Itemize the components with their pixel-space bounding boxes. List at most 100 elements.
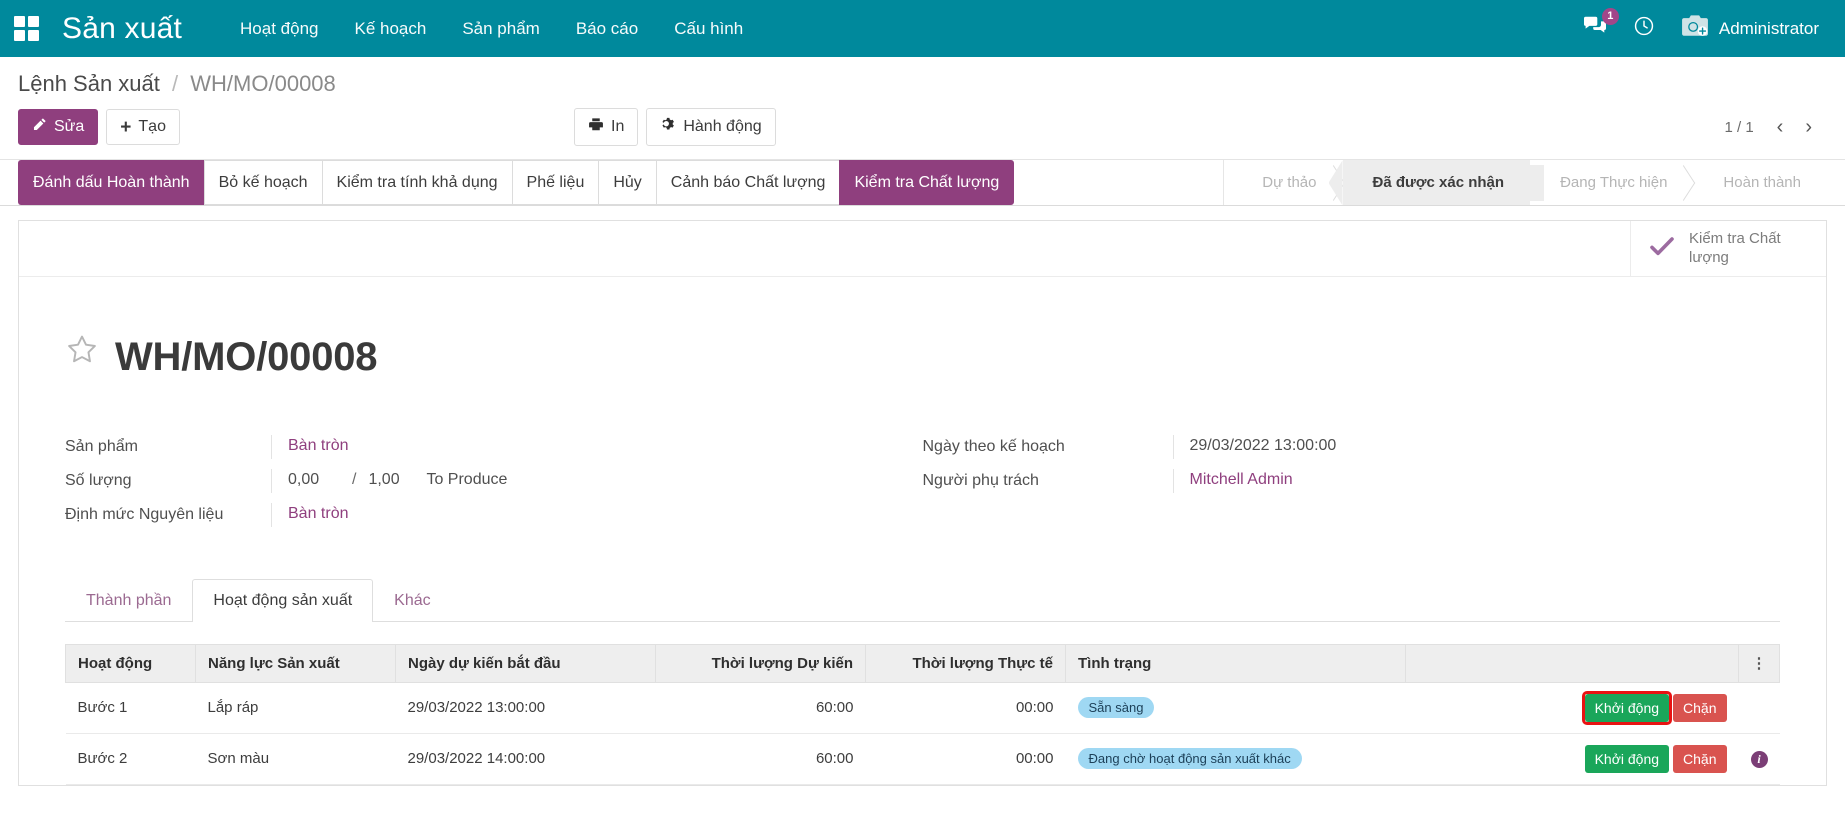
star-outline-icon[interactable]	[65, 333, 99, 371]
tab-work-orders[interactable]: Hoạt động sản xuất	[192, 579, 373, 622]
menu-item-reporting[interactable]: Báo cáo	[558, 11, 656, 47]
field-product: Sản phẩm Bàn tròn	[65, 435, 883, 459]
table-options-toggle[interactable]: ⋮	[1739, 644, 1780, 682]
edit-button-label: Sửa	[54, 118, 84, 136]
breadcrumb-parent[interactable]: Lệnh Sản xuất	[18, 71, 160, 96]
form-fields-left: Sản phẩm Bàn tròn Số lượng 0,00 / 1,00 T…	[65, 435, 923, 537]
cell-scheduled-date: 29/03/2022 14:00:00	[396, 733, 656, 784]
action-button[interactable]: Hành động	[646, 108, 775, 145]
col-actions	[1406, 644, 1739, 682]
cell-state: Đang chờ hoạt động sản xuất khác	[1066, 733, 1406, 784]
unplan-button[interactable]: Bỏ kế hoạch	[204, 160, 322, 205]
field-scheduled-date-label: Ngày theo kế hoạch	[923, 435, 1173, 458]
check-availability-button[interactable]: Kiểm tra tính khả dụng	[322, 160, 512, 205]
print-button-label: In	[611, 118, 624, 136]
user-name-label: Administrator	[1719, 19, 1819, 39]
cancel-button[interactable]: Hủy	[598, 160, 655, 205]
field-quantity-value: 0,00 / 1,00 To Produce	[271, 469, 883, 493]
check-mark-icon	[1649, 235, 1675, 262]
menu-item-products[interactable]: Sản phẩm	[444, 11, 558, 47]
col-real-duration[interactable]: Thời lượng Thực tế	[866, 644, 1066, 682]
col-workcenter[interactable]: Năng lực Sản xuất	[196, 644, 396, 682]
quantity-to-produce[interactable]: 1,00	[368, 469, 426, 491]
start-button-highlight: Khởi động	[1585, 694, 1669, 722]
col-scheduled-date[interactable]: Ngày dự kiến bắt đầu	[396, 644, 656, 682]
block-button[interactable]: Chặn	[1673, 745, 1726, 773]
create-button[interactable]: + Tạo	[106, 109, 180, 145]
form-fields-right: Ngày theo kế hoạch 29/03/2022 13:00:00 N…	[923, 435, 1781, 537]
menu-item-operations[interactable]: Hoạt động	[222, 11, 336, 47]
edit-button[interactable]: Sửa	[18, 109, 98, 145]
quality-check-button[interactable]: Kiểm tra Chất lượng	[839, 160, 1014, 205]
info-circle-icon[interactable]: i	[1751, 751, 1768, 768]
col-state[interactable]: Tình trạng	[1066, 644, 1406, 682]
state-done[interactable]: Hoàn thành	[1693, 160, 1827, 205]
apps-grid-icon[interactable]	[14, 16, 40, 42]
cell-state: Sẵn sàng	[1066, 682, 1406, 733]
field-bom-label: Định mức Nguyên liệu	[65, 503, 271, 526]
printer-icon	[588, 117, 604, 137]
app-brand-title[interactable]: Sản xuất	[62, 12, 182, 46]
stat-button-quality-check[interactable]: Kiểm tra Chất lượng	[1630, 221, 1826, 276]
tab-components[interactable]: Thành phần	[65, 579, 192, 622]
table-body: Bước 1 Lắp ráp 29/03/2022 13:00:00 60:00…	[66, 682, 1780, 784]
notebook-tabs: Thành phần Hoạt động sản xuất Khác	[65, 579, 1780, 622]
quality-alert-button[interactable]: Cảnh báo Chất lượng	[656, 160, 840, 205]
table-header-row: Hoạt động Năng lực Sản xuất Ngày dự kiến…	[66, 644, 1780, 682]
center-button-group: In Hành động	[574, 108, 776, 145]
stat-button-box: Kiểm tra Chất lượng	[19, 221, 1826, 277]
main-menu: Hoạt động Kế hoạch Sản phẩm Báo cáo Cấu …	[222, 11, 761, 47]
cell-operation: Bước 1	[66, 682, 196, 733]
work-orders-table: Hoạt động Năng lực Sản xuất Ngày dự kiến…	[65, 644, 1780, 785]
activity-menu[interactable]	[1633, 15, 1655, 42]
field-bom-value[interactable]: Bàn tròn	[271, 503, 883, 527]
start-button[interactable]: Khởi động	[1585, 745, 1669, 773]
col-expected-duration[interactable]: Thời lượng Dự kiến	[656, 644, 866, 682]
action-button-label: Hành động	[683, 118, 761, 136]
user-menu[interactable]: Administrator	[1681, 14, 1819, 43]
field-scheduled-date-value[interactable]: 29/03/2022 13:00:00	[1173, 435, 1741, 459]
table-row[interactable]: Bước 2 Sơn màu 29/03/2022 14:00:00 60:00…	[66, 733, 1780, 784]
field-product-label: Sản phẩm	[65, 435, 271, 458]
cell-expected-duration: 60:00	[656, 682, 866, 733]
field-responsible: Người phụ trách Mitchell Admin	[923, 469, 1741, 493]
block-button[interactable]: Chặn	[1673, 694, 1726, 722]
scrap-button[interactable]: Phế liệu	[512, 160, 599, 205]
left-button-group: Sửa + Tạo	[18, 109, 180, 145]
form-fields: Sản phẩm Bàn tròn Số lượng 0,00 / 1,00 T…	[19, 411, 1826, 537]
messages-count-badge: 1	[1602, 8, 1619, 25]
pager-count: 1 / 1	[1714, 119, 1763, 136]
quantity-suffix: To Produce	[426, 469, 507, 491]
navbar-right-tools: 1 Administrator	[1583, 14, 1829, 43]
state-in-progress[interactable]: Đang Thực hiện	[1530, 160, 1693, 205]
col-operation[interactable]: Hoạt động	[66, 644, 196, 682]
state-draft[interactable]: Dự thảo	[1232, 160, 1342, 205]
chevron-left-icon[interactable]: ‹	[1768, 115, 1793, 139]
start-button[interactable]: Khởi động	[1585, 694, 1669, 722]
page-title: WH/MO/00008	[115, 334, 377, 380]
cell-workcenter: Sơn màu	[196, 733, 396, 784]
record-header: WH/MO/00008	[19, 277, 1826, 411]
cell-real-duration: 00:00	[866, 682, 1066, 733]
plus-icon: +	[120, 119, 131, 136]
cell-real-duration: 00:00	[866, 733, 1066, 784]
field-scheduled-date: Ngày theo kế hoạch 29/03/2022 13:00:00	[923, 435, 1741, 459]
messages-menu[interactable]: 1	[1583, 16, 1607, 41]
breadcrumb: Lệnh Sản xuất / WH/MO/00008	[18, 57, 1827, 103]
gear-icon	[660, 116, 676, 137]
field-product-value[interactable]: Bàn tròn	[271, 435, 883, 459]
print-button[interactable]: In	[574, 108, 638, 145]
state-confirmed[interactable]: Đã được xác nhận	[1343, 160, 1531, 205]
table-row[interactable]: Bước 1 Lắp ráp 29/03/2022 13:00:00 60:00…	[66, 682, 1780, 733]
cell-info: i	[1739, 733, 1780, 784]
chevron-right-icon[interactable]: ›	[1796, 115, 1821, 139]
mark-as-done-button[interactable]: Đánh dấu Hoàn thành	[18, 160, 204, 205]
field-responsible-value[interactable]: Mitchell Admin	[1173, 469, 1741, 493]
cell-workcenter: Lắp ráp	[196, 682, 396, 733]
form-sheet: Kiểm tra Chất lượng WH/MO/00008 Sản phẩm…	[18, 220, 1827, 786]
cell-expected-duration: 60:00	[656, 733, 866, 784]
menu-item-configuration[interactable]: Cấu hình	[656, 11, 761, 47]
tab-miscellaneous[interactable]: Khác	[373, 579, 451, 622]
quantity-produced[interactable]: 0,00	[288, 469, 340, 491]
menu-item-planning[interactable]: Kế hoạch	[336, 11, 444, 47]
